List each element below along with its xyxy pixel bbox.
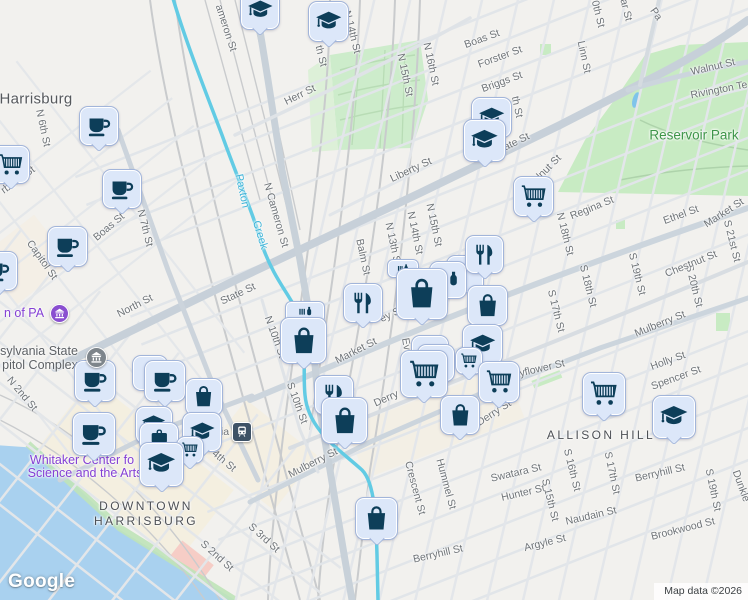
bag-pin-icon[interactable] (441, 396, 479, 434)
coffee-pin-icon[interactable] (145, 361, 185, 401)
coffee-pin-icon[interactable] (103, 170, 141, 208)
cart-pin-icon[interactable] (0, 146, 29, 183)
bag-pin-icon[interactable] (322, 398, 367, 443)
grad-cap-pin-icon[interactable] (464, 120, 505, 161)
google-logo[interactable]: Google (8, 571, 75, 593)
museum-pin-icon[interactable] (50, 304, 69, 323)
coffee-pin-icon[interactable] (80, 107, 118, 145)
cart-pin-icon[interactable] (514, 177, 553, 216)
cart-pin-icon[interactable] (401, 351, 447, 397)
train-pin-icon[interactable] (232, 422, 252, 442)
bag-pin-icon[interactable] (468, 286, 507, 325)
bag-pin-icon[interactable] (186, 379, 222, 415)
coffee-pin-icon[interactable] (73, 413, 115, 455)
grad-cap-pin-icon[interactable] (309, 2, 348, 41)
map-attribution: Map data ©2026 (654, 583, 748, 600)
cart-pin-icon[interactable] (583, 373, 625, 415)
cart-pin-icon[interactable] (479, 362, 519, 402)
coffee-pin-icon[interactable] (0, 252, 17, 290)
grad-cap-pin-icon[interactable] (653, 396, 695, 438)
pins-layer (0, 0, 748, 600)
bag-pin-icon[interactable] (356, 498, 397, 539)
bag-pin-icon[interactable] (397, 269, 447, 319)
landmark-pin-icon[interactable] (86, 347, 107, 368)
grad-cap-pin-icon[interactable] (241, 0, 279, 29)
grad-cap-pin-icon[interactable] (140, 443, 183, 486)
coffee-pin-icon[interactable] (48, 227, 87, 266)
map-canvas[interactable]: Harrisburg DOWNTOWN HARRISBURG ALLISON HILL… (0, 0, 748, 600)
bag-pin-icon[interactable] (281, 318, 326, 363)
restaurant-pin-icon[interactable] (466, 236, 503, 273)
restaurant-pin-icon[interactable] (344, 284, 382, 322)
